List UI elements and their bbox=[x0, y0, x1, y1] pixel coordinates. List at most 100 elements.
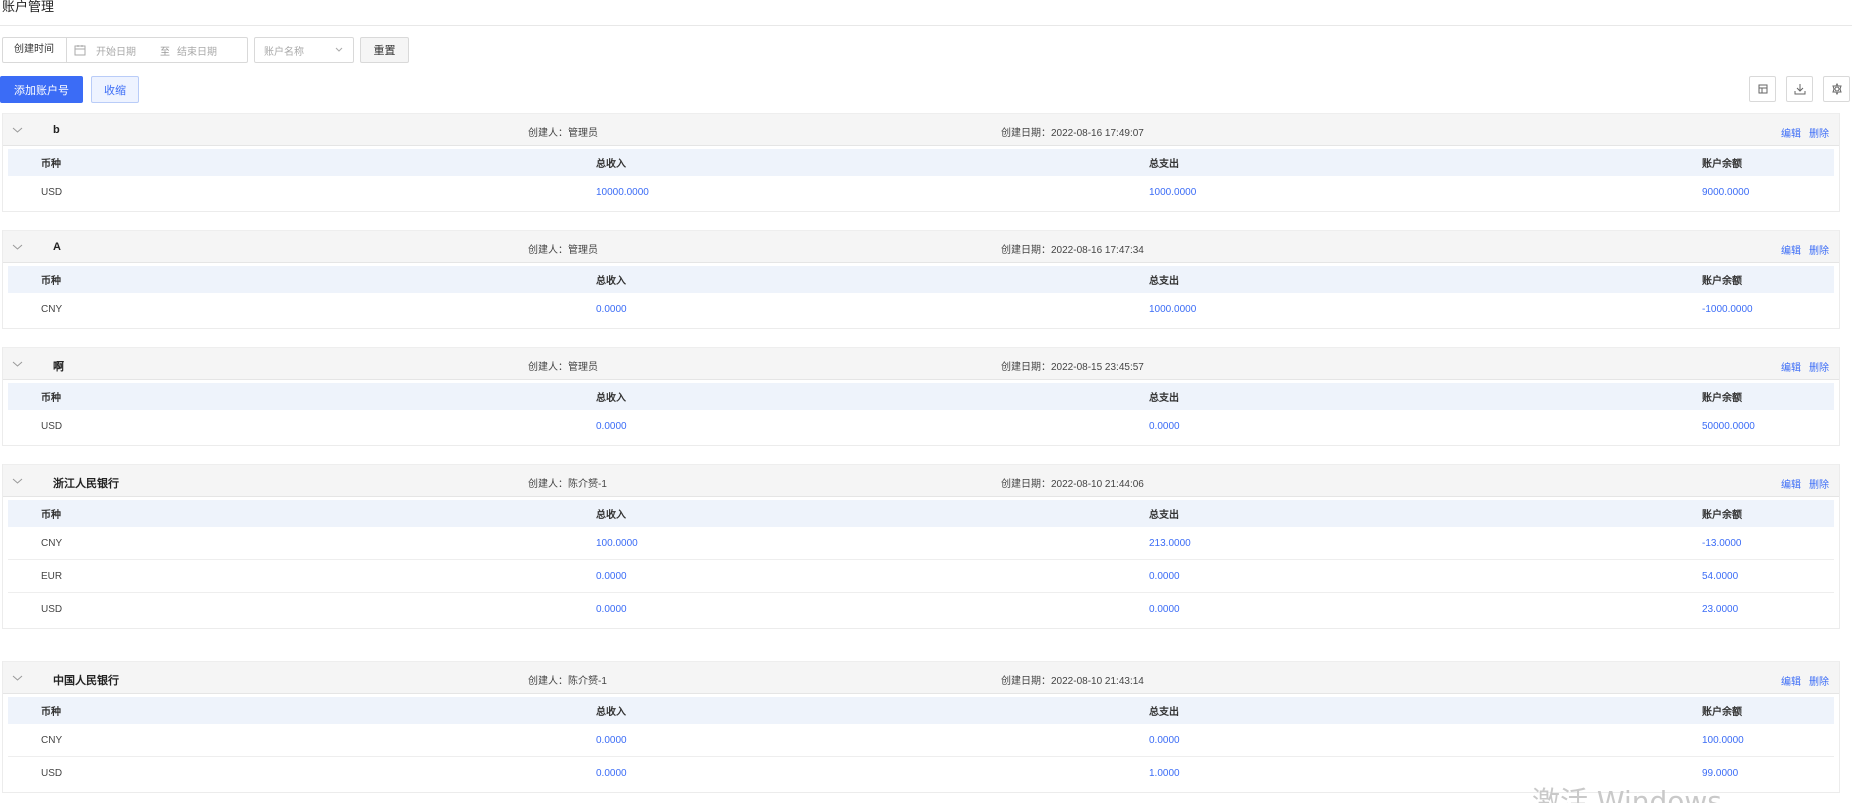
account-group-header[interactable]: 啊 创建人：管理员 创建日期：2022-08-15 23:45:57 编辑 删除 bbox=[3, 347, 1839, 380]
total-income-cell[interactable]: 0.0000 bbox=[596, 560, 627, 592]
currency-cell: CNY bbox=[41, 734, 63, 746]
delete-link[interactable]: 删除 bbox=[1809, 476, 1829, 491]
account-creator: 创建人：管理员 bbox=[528, 362, 598, 373]
currency-cell: CNY bbox=[41, 304, 63, 315]
table-row: CNY 0.0000 0.0000 100.0000 bbox=[8, 724, 1834, 757]
account-creator: 创建人：陈介赟-1 bbox=[528, 479, 607, 490]
settings-icon bbox=[1831, 83, 1842, 95]
column-header: 币种 bbox=[41, 510, 61, 521]
column-header: 币种 bbox=[41, 159, 61, 170]
table-header: 币种 总收入 总支出 账户余额 bbox=[8, 500, 1834, 527]
balance-cell[interactable]: 54.0000 bbox=[1702, 560, 1738, 592]
export-button[interactable] bbox=[1786, 76, 1813, 102]
account-actions: 编辑 删除 bbox=[1781, 673, 1829, 688]
account-group: A 创建人：管理员 创建日期：2022-08-16 17:47:34 编辑 删除 币种 总收… bbox=[2, 230, 1840, 329]
table-row: EUR 0.0000 0.0000 54.0000 bbox=[8, 560, 1834, 593]
end-date-input[interactable]: 结束日期 bbox=[177, 43, 217, 58]
column-header: 币种 bbox=[41, 393, 61, 404]
column-header: 总收入 bbox=[596, 510, 626, 521]
delete-link[interactable]: 删除 bbox=[1809, 242, 1829, 257]
account-name: A bbox=[53, 241, 61, 253]
account-balance-table: 币种 总收入 总支出 账户余额 USD 10000.0000 1000.0000 9000.0… bbox=[8, 149, 1834, 209]
table-row: CNY 0.0000 1000.0000 -1000.0000 bbox=[8, 293, 1834, 326]
balance-cell[interactable]: 50000.0000 bbox=[1702, 410, 1755, 443]
table-view-button[interactable] bbox=[1749, 76, 1776, 102]
column-header: 账户余额 bbox=[1702, 707, 1742, 718]
chevron-down-icon[interactable] bbox=[12, 674, 23, 682]
table-header: 币种 总收入 总支出 账户余额 bbox=[8, 697, 1834, 724]
column-header: 总收入 bbox=[596, 276, 626, 287]
balance-cell[interactable]: 100.0000 bbox=[1702, 724, 1744, 756]
collapse-button[interactable]: 收缩 bbox=[91, 76, 139, 103]
account-balance-table: 币种 总收入 总支出 账户余额 USD 0.0000 0.0000 50000.0000 bbox=[8, 383, 1834, 443]
account-group-header[interactable]: A 创建人：管理员 创建日期：2022-08-16 17:47:34 编辑 删除 bbox=[3, 230, 1839, 263]
balance-cell[interactable]: 23.0000 bbox=[1702, 593, 1738, 626]
total-expense-cell[interactable]: 0.0000 bbox=[1149, 560, 1180, 592]
account-group-header[interactable]: 浙江人民银行 创建人：陈介赟-1 创建日期：2022-08-10 21:44:06 编… bbox=[3, 464, 1839, 497]
balance-cell[interactable]: -1000.0000 bbox=[1702, 293, 1753, 326]
delete-link[interactable]: 删除 bbox=[1809, 673, 1829, 688]
chevron-down-icon bbox=[335, 47, 343, 52]
column-header: 账户余额 bbox=[1702, 159, 1742, 170]
total-expense-cell[interactable]: 0.0000 bbox=[1149, 410, 1180, 443]
total-income-cell[interactable]: 0.0000 bbox=[596, 293, 627, 326]
date-range-picker[interactable]: 创建时间 开始日期 至 结束日期 bbox=[2, 37, 248, 63]
chevron-down-icon[interactable] bbox=[12, 360, 23, 368]
account-actions: 编辑 删除 bbox=[1781, 125, 1829, 140]
edit-link[interactable]: 编辑 bbox=[1781, 125, 1801, 140]
total-expense-cell[interactable]: 1.0000 bbox=[1149, 757, 1180, 790]
account-creator: 创建人：陈介赟-1 bbox=[528, 676, 607, 687]
total-expense-cell[interactable]: 1000.0000 bbox=[1149, 293, 1196, 326]
settings-button[interactable] bbox=[1823, 76, 1850, 102]
edit-link[interactable]: 编辑 bbox=[1781, 476, 1801, 491]
account-name-select[interactable]: 账户名称 bbox=[254, 37, 354, 63]
total-expense-cell[interactable]: 213.0000 bbox=[1149, 527, 1191, 559]
delete-link[interactable]: 删除 bbox=[1809, 359, 1829, 374]
windows-activation-watermark: 激活 Windows bbox=[1532, 785, 1722, 803]
total-expense-cell[interactable]: 0.0000 bbox=[1149, 593, 1180, 626]
total-expense-cell[interactable]: 1000.0000 bbox=[1149, 176, 1196, 209]
chevron-down-icon[interactable] bbox=[12, 243, 23, 251]
balance-cell[interactable]: 9000.0000 bbox=[1702, 176, 1749, 209]
total-income-cell[interactable]: 10000.0000 bbox=[596, 176, 649, 209]
column-header: 总收入 bbox=[596, 707, 626, 718]
edit-link[interactable]: 编辑 bbox=[1781, 242, 1801, 257]
account-creator: 创建人：管理员 bbox=[528, 128, 598, 139]
range-separator: 至 bbox=[160, 46, 170, 58]
title-divider bbox=[0, 25, 1852, 26]
total-income-cell[interactable]: 0.0000 bbox=[596, 724, 627, 756]
date-range-label: 创建时间 bbox=[3, 38, 67, 62]
edit-link[interactable]: 编辑 bbox=[1781, 673, 1801, 688]
column-header: 账户余额 bbox=[1702, 276, 1742, 287]
reset-button[interactable]: 重置 bbox=[360, 37, 409, 63]
account-actions: 编辑 删除 bbox=[1781, 476, 1829, 491]
table-row: USD 10000.0000 1000.0000 9000.0000 bbox=[8, 176, 1834, 209]
total-income-cell[interactable]: 100.0000 bbox=[596, 527, 638, 559]
chevron-down-icon[interactable] bbox=[12, 477, 23, 485]
total-income-cell[interactable]: 0.0000 bbox=[596, 757, 627, 790]
account-name: 中国人民银行 bbox=[53, 675, 119, 687]
total-income-cell[interactable]: 0.0000 bbox=[596, 410, 627, 443]
column-header: 总支出 bbox=[1149, 510, 1179, 521]
account-name-placeholder: 账户名称 bbox=[264, 46, 304, 58]
filter-bar: 创建时间 开始日期 至 结束日期 账户名称 重置 bbox=[2, 37, 409, 63]
account-group-header[interactable]: 中国人民银行 创建人：陈介赟-1 创建日期：2022-08-10 21:43:14 编… bbox=[3, 661, 1839, 694]
account-group-header[interactable]: b 创建人：管理员 创建日期：2022-08-16 17:49:07 编辑 删除 bbox=[3, 113, 1839, 146]
delete-link[interactable]: 删除 bbox=[1809, 125, 1829, 140]
total-income-cell[interactable]: 0.0000 bbox=[596, 593, 627, 626]
column-header: 总收入 bbox=[596, 159, 626, 170]
column-header: 账户余额 bbox=[1702, 510, 1742, 521]
toolbar-icons bbox=[1749, 76, 1850, 102]
add-account-button[interactable]: 添加账户号 bbox=[0, 76, 83, 103]
balance-cell[interactable]: -13.0000 bbox=[1702, 527, 1741, 559]
table-header: 币种 总收入 总支出 账户余额 bbox=[8, 383, 1834, 410]
table-view-icon bbox=[1758, 84, 1767, 94]
currency-cell: USD bbox=[41, 421, 63, 432]
start-date-input[interactable]: 开始日期 bbox=[96, 43, 153, 58]
total-expense-cell[interactable]: 0.0000 bbox=[1149, 724, 1180, 756]
account-name: 啊 bbox=[53, 361, 64, 373]
edit-link[interactable]: 编辑 bbox=[1781, 359, 1801, 374]
account-name: 浙江人民银行 bbox=[53, 478, 119, 490]
chevron-down-icon[interactable] bbox=[12, 126, 23, 134]
column-header: 总支出 bbox=[1149, 159, 1179, 170]
